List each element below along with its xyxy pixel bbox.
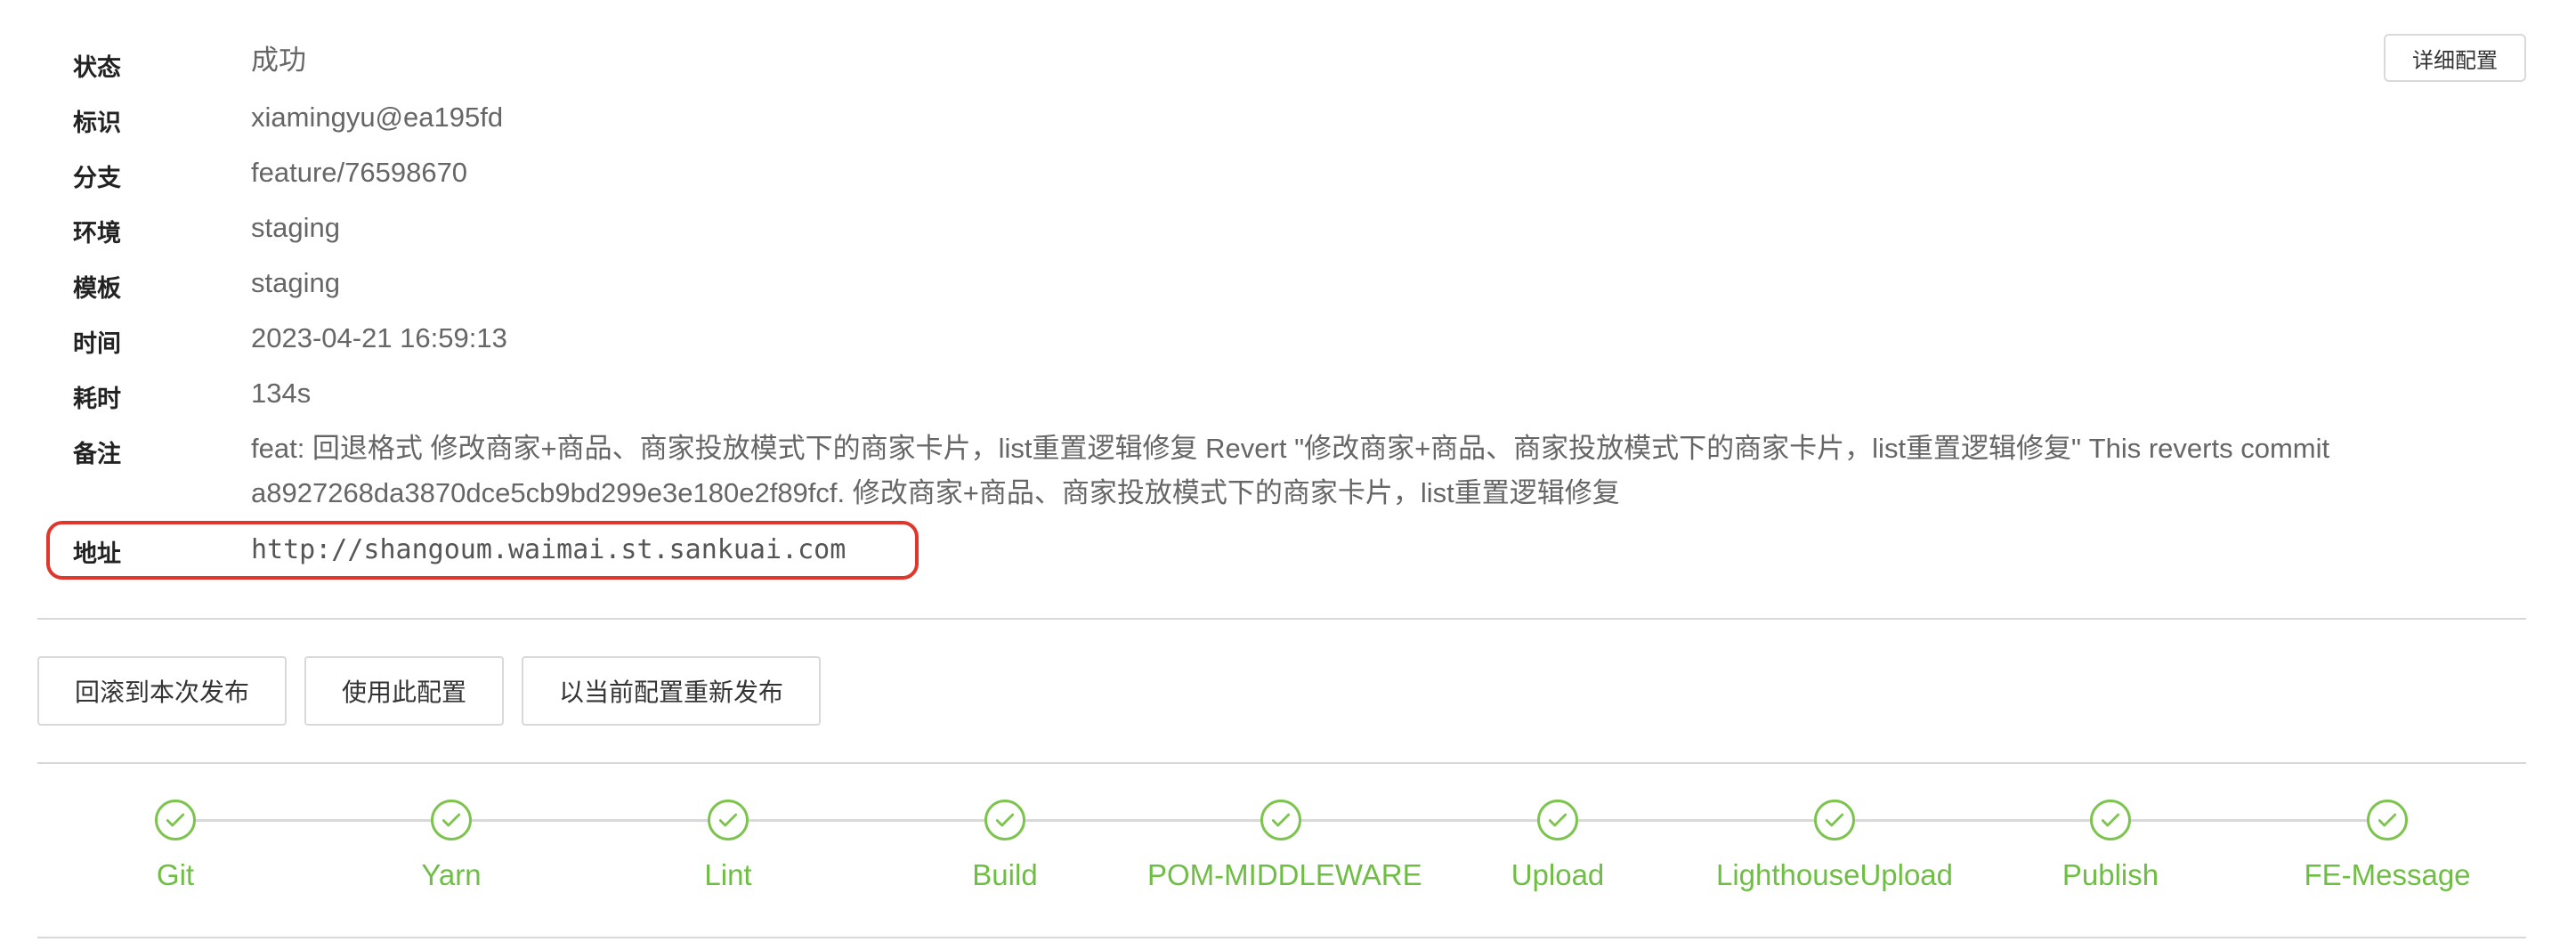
info-value: feature/76598670 xyxy=(251,157,468,188)
info-label: 状态 xyxy=(73,54,121,81)
pipeline-step-git[interactable]: Git xyxy=(42,784,309,892)
info-label: 模板 xyxy=(73,275,121,302)
pipeline-step-lighthouse-upload[interactable]: LighthouseUpload xyxy=(1701,784,1968,892)
info-value-line1: feat: 回退格式 修改商家+商品、商家投放模式下的商家卡片，list重置逻辑… xyxy=(251,433,2330,464)
step-label: Upload xyxy=(1511,858,1605,891)
info-label: 耗时 xyxy=(73,386,121,412)
info-value-line2: a8927268da3870dce5cb9bd299e3e180e2f89fcf… xyxy=(251,477,1620,508)
step-label: POM-MIDDLEWARE xyxy=(1147,858,1422,891)
step-label: Yarn xyxy=(421,858,482,891)
step-label: Git xyxy=(156,858,195,891)
info-value: 成功 xyxy=(251,45,306,76)
info-label: 标识 xyxy=(73,110,121,136)
divider xyxy=(37,618,2526,620)
check-circle-icon xyxy=(1814,800,1855,840)
info-value: 2023-04-21 16:59:13 xyxy=(251,322,507,353)
check-circle-icon xyxy=(1260,800,1301,840)
divider xyxy=(37,762,2526,764)
pipeline-step-publish[interactable]: Publish xyxy=(1977,784,2244,892)
step-label: Lint xyxy=(704,858,752,891)
info-label: 环境 xyxy=(73,220,121,247)
check-circle-icon xyxy=(2090,800,2131,840)
republish-button[interactable]: 以当前配置重新发布 xyxy=(522,656,821,726)
info-label: 分支 xyxy=(73,165,121,191)
pipeline-step-build[interactable]: Build xyxy=(871,784,1138,892)
pipeline-step-yarn[interactable]: Yarn xyxy=(318,784,585,892)
info-value: staging xyxy=(251,212,340,243)
pipeline-step-lint[interactable]: Lint xyxy=(595,784,862,892)
step-label: Build xyxy=(972,858,1038,891)
check-circle-icon xyxy=(708,800,749,840)
info-label: 时间 xyxy=(73,330,121,357)
info-value: xiamingyu@ea195fd xyxy=(251,102,504,133)
check-circle-icon xyxy=(431,800,472,840)
check-circle-icon xyxy=(984,800,1025,840)
pipeline-step-pom-middleware[interactable]: POM-MIDDLEWARE xyxy=(1147,784,1422,892)
divider xyxy=(37,937,2526,938)
step-label: Publish xyxy=(2062,858,2159,891)
address-highlight-box xyxy=(46,521,919,580)
info-value: staging xyxy=(251,267,340,298)
pipeline-step-fe-message[interactable]: FE-Message xyxy=(2254,784,2521,892)
use-config-button[interactable]: 使用此配置 xyxy=(304,656,504,726)
pipeline-steps: Git Yarn Lint Build POM-MIDDLEWARE Uploa… xyxy=(0,784,2576,899)
info-label: 备注 xyxy=(73,441,121,467)
step-label: LighthouseUpload xyxy=(1715,858,1954,891)
step-label: FE-Message xyxy=(2304,858,2471,891)
info-value: 134s xyxy=(251,378,312,409)
rollback-button[interactable]: 回滚到本次发布 xyxy=(37,656,287,726)
check-circle-icon xyxy=(155,800,196,840)
pipeline-step-upload[interactable]: Upload xyxy=(1424,784,1691,892)
check-circle-icon xyxy=(1537,800,1578,840)
check-circle-icon xyxy=(2367,800,2408,840)
